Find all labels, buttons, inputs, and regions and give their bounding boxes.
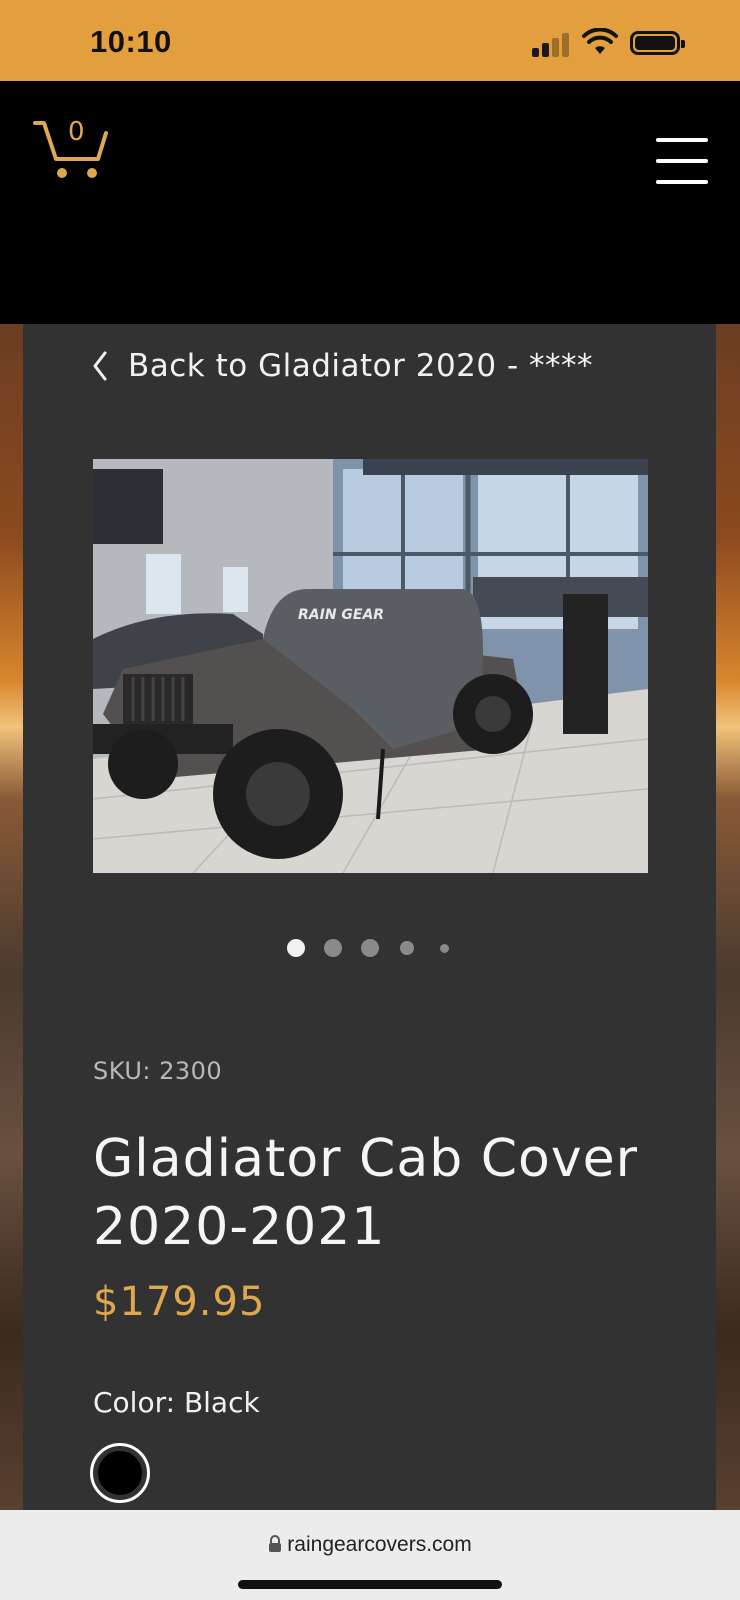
hamburger-menu-icon[interactable] <box>656 138 708 186</box>
gallery-dot-5[interactable] <box>440 944 449 953</box>
chevron-left-icon <box>93 351 107 381</box>
product-sku: SKU: 2300 <box>93 1057 223 1085</box>
status-bar: 10:10 <box>0 0 740 81</box>
color-label: Color: Black <box>93 1386 260 1419</box>
product-price: $179.95 <box>93 1279 266 1325</box>
back-link[interactable]: Back to Gladiator 2020 - **** <box>92 348 593 384</box>
clock: 10:10 <box>90 24 172 59</box>
site-header: 0 <box>0 81 740 324</box>
gallery-dot-2[interactable] <box>324 939 342 957</box>
color-swatch-black[interactable] <box>90 1443 150 1503</box>
home-indicator[interactable] <box>238 1580 502 1589</box>
url-display[interactable]: raingearcovers.com <box>0 1533 740 1557</box>
url-text: raingearcovers.com <box>287 1533 472 1556</box>
back-link-label: Back to Gladiator 2020 - **** <box>128 348 594 384</box>
cart-count-badge: 0 <box>68 117 85 147</box>
product-title: Gladiator Cab Cover 2020-2021 <box>93 1129 639 1257</box>
gallery-pagination <box>0 938 740 958</box>
gallery-dot-3[interactable] <box>361 939 379 957</box>
lock-icon <box>269 1535 282 1552</box>
cellular-signal-icon <box>532 31 572 57</box>
gallery-dot-4[interactable] <box>400 941 414 955</box>
wifi-icon <box>582 28 618 54</box>
cover-brand-text: RAIN GEAR <box>298 607 384 623</box>
battery-icon <box>630 31 685 55</box>
product-image[interactable]: RAIN GEAR <box>93 459 648 873</box>
gallery-dot-1[interactable] <box>287 939 305 957</box>
